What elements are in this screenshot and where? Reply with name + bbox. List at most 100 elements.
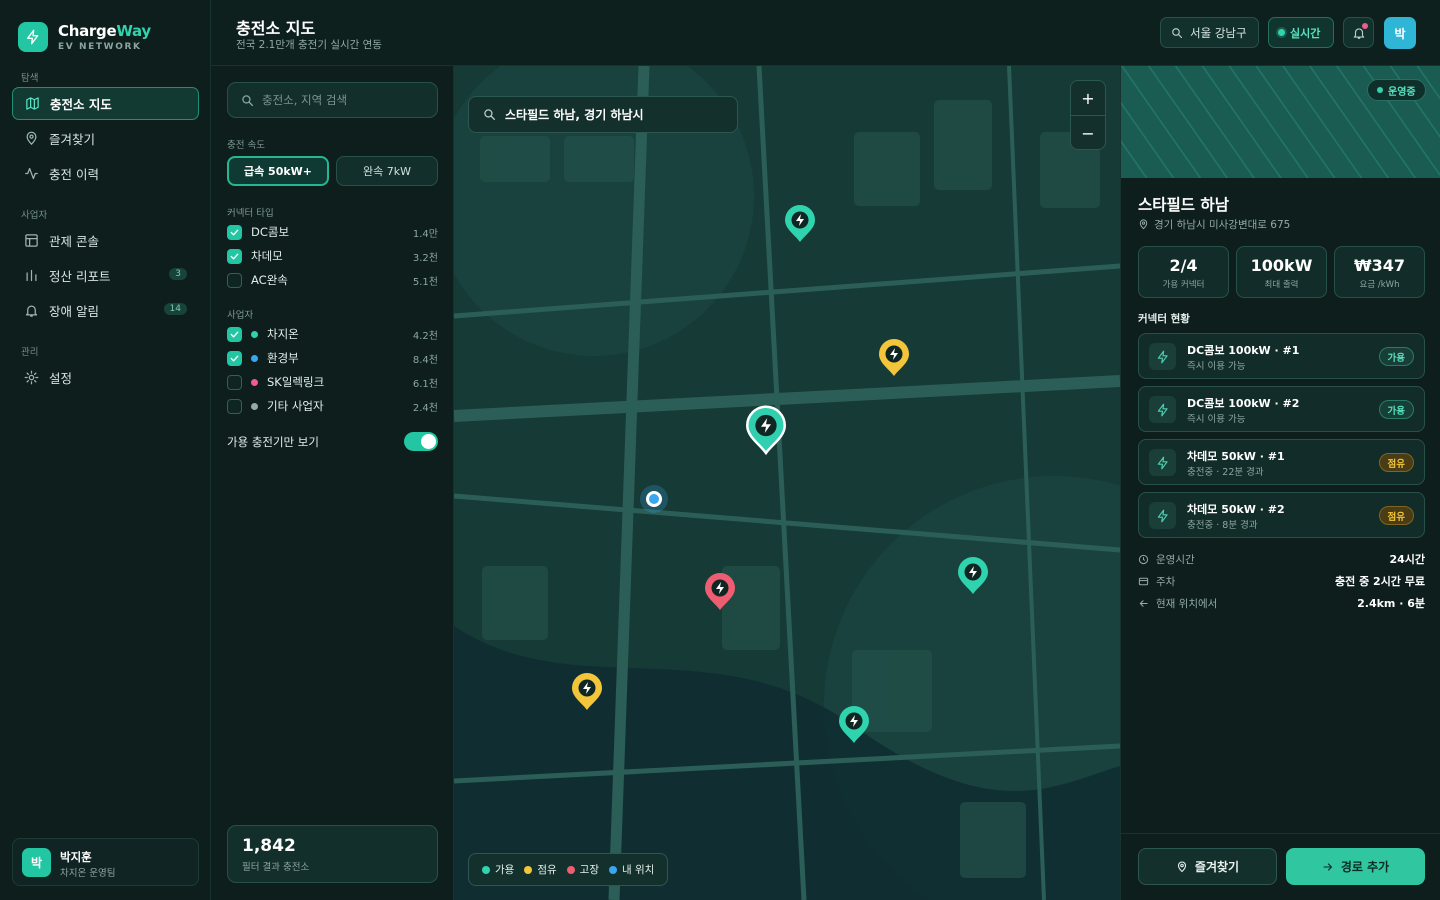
speed-slow-button[interactable]: 완속 7kW [336, 156, 438, 186]
connector-type-label: 커넥터 타입 [227, 208, 274, 219]
zoom-out-button[interactable]: − [1071, 116, 1105, 151]
connector-card[interactable]: 차데모 50kW · #2 충전중 · 8분 경과 점유 [1138, 492, 1425, 538]
favorite-button[interactable]: 즐겨찾기 [1138, 848, 1277, 885]
connector-checkbox-ac[interactable]: AC완속 5.1천 [227, 270, 438, 290]
station-search[interactable] [227, 82, 438, 118]
status-badge: 운영중 [1367, 79, 1426, 101]
sun-gear-icon [23, 370, 39, 386]
header-avatar[interactable]: 박 [1384, 17, 1416, 49]
search-input[interactable] [262, 93, 422, 107]
stat-value: 100kW [1250, 256, 1313, 275]
operator-checkbox-me[interactable]: 환경부 8.4천 [227, 348, 438, 368]
sidebar-item-label: 관제 콘솔 [49, 234, 99, 249]
count-badge: 14 [163, 303, 187, 315]
map-icon [24, 96, 40, 112]
station-map[interactable]: 스타필드 하남, 경기 하남시 + − 가용 점유 고장 내 위치 [454, 66, 1120, 900]
live-dot-icon [1278, 29, 1285, 36]
notifications-button[interactable] [1343, 17, 1374, 48]
checkbox-label: 차지온 [267, 327, 299, 341]
info-value: 2.4km · 6분 [1357, 597, 1425, 610]
map-search-value: 스타필드 하남, 경기 하남시 [505, 108, 644, 122]
add-route-button[interactable]: 경로 추가 [1286, 848, 1425, 885]
sidebar-item-station-map[interactable]: 충전소 지도 [12, 87, 199, 120]
legend-item-broken: 고장 [566, 862, 599, 877]
checkbox-label: 환경부 [267, 351, 299, 365]
sidebar-item-label: 설정 [49, 371, 73, 386]
location-button[interactable]: 서울 강남구 [1160, 17, 1259, 48]
connector-card[interactable]: 차데모 50kW · #1 충전중 · 22분 경과 점유 [1138, 439, 1425, 485]
pin-icon [1138, 219, 1149, 230]
sidebar-item-settlement-report[interactable]: 정산 리포트 3 [12, 259, 199, 292]
section-label-explore: 탐색 [21, 73, 39, 84]
search-icon [483, 108, 496, 121]
checkbox-count: 3.2천 [412, 252, 438, 264]
connector-name: 차데모 50kW · #2 [1187, 503, 1285, 516]
info-row-distance: 현재 위치에서 2.4km · 6분 [1138, 594, 1425, 612]
sidebar-item-label: 정산 리포트 [49, 269, 111, 284]
info-label: 현재 위치에서 [1156, 597, 1218, 610]
available-only-toggle[interactable] [404, 432, 438, 451]
legend-item-my-location: 내 위치 [608, 862, 655, 877]
connector-checkbox-dc-combo[interactable]: DC콤보 1.4만 [227, 222, 438, 242]
checkbox-count: 6.1천 [412, 378, 438, 390]
legend-dot [482, 865, 490, 874]
info-label: 주차 [1156, 575, 1176, 588]
sidebar-item-charge-history[interactable]: 충전 이력 [12, 157, 199, 190]
bolt-icon [1149, 449, 1176, 476]
sidebar: ChargeWay EV NETWORK 탐색 충전소 지도 즐겨찾기 충전 이… [0, 0, 211, 900]
operator-checkbox-chargeon[interactable]: 차지온 4.2천 [227, 324, 438, 344]
my-location-marker[interactable] [640, 485, 668, 513]
station-pin-available[interactable] [785, 205, 815, 242]
operator-checkbox-sk[interactable]: SK일렉링크 6.1천 [227, 372, 438, 392]
checkbox-label: AC완속 [251, 273, 288, 287]
speed-fast-button[interactable]: 급속 50kW+ [227, 156, 329, 186]
arrow-right-icon [1322, 861, 1334, 873]
info-value: 24시간 [1389, 553, 1425, 566]
station-pin-occupied[interactable] [879, 339, 909, 376]
divider [1121, 833, 1440, 834]
pin-icon [1176, 860, 1188, 873]
section-label-operator: 사업자 [21, 210, 48, 221]
live-toggle[interactable]: 실시간 [1268, 17, 1334, 48]
legend-label: 가용 [495, 864, 515, 876]
checkbox-checked-icon [227, 350, 242, 366]
page-title: 충전소 지도 [236, 19, 316, 38]
user-card[interactable]: 박 박지훈 차지온 운영팀 [12, 838, 199, 886]
connector-status: 충전중 · 22분 경과 [1187, 467, 1264, 478]
sidebar-item-favorites[interactable]: 즐겨찾기 [12, 122, 199, 155]
sidebar-item-control-console[interactable]: 관제 콘솔 [12, 224, 199, 257]
filter-panel: 충전 속도 급속 50kW+ 완속 7kW 커넥터 타입 DC콤보 1.4만 차… [211, 66, 454, 900]
connector-card[interactable]: DC콤보 100kW · #1 즉시 이용 가능 가용 [1138, 333, 1425, 379]
location-label: 서울 강남구 [1190, 25, 1247, 40]
page-subtitle: 전국 2.1만개 충전기 실시간 연동 [236, 39, 382, 51]
user-name: 박지훈 [60, 850, 92, 864]
bar-chart-icon [23, 268, 39, 284]
zoom-in-button[interactable]: + [1071, 81, 1105, 116]
checkbox-checked-icon [227, 224, 242, 240]
map-canvas[interactable] [454, 66, 1120, 900]
stat-available-connectors: 2/4 가용 커넥터 [1138, 246, 1229, 298]
operator-checkbox-other[interactable]: 기타 사업자 2.4천 [227, 396, 438, 416]
connector-badge: 점유 [1378, 453, 1414, 472]
result-count-label: 필터 결과 충전소 [242, 862, 310, 873]
legend-label: 내 위치 [621, 864, 655, 876]
map-search-field[interactable]: 스타필드 하남, 경기 하남시 [468, 96, 738, 133]
stat-label: 요금 /kWh [1359, 280, 1400, 290]
bolt-icon [1149, 396, 1176, 423]
checkbox-count: 1.4만 [412, 228, 438, 240]
station-detail-panel: 운영중 스타필드 하남 경기 하남시 미사강변대로 675 2/4 가용 커넥터… [1120, 66, 1440, 900]
search-icon [241, 94, 254, 107]
status-label: 운영중 [1388, 86, 1416, 98]
pin-icon [23, 131, 39, 147]
favorite-button-label: 즐겨찾기 [1194, 860, 1240, 874]
sidebar-item-settings[interactable]: 설정 [12, 361, 199, 394]
operator-color-dot [251, 354, 258, 362]
logo-bolt-icon[interactable] [18, 22, 48, 52]
operator-color-dot [251, 378, 258, 386]
connector-card[interactable]: DC콤보 100kW · #2 즉시 이용 가능 가용 [1138, 386, 1425, 432]
sidebar-item-fault-alerts[interactable]: 장애 알림 14 [12, 294, 199, 327]
clock-icon [1138, 554, 1149, 565]
legend-label: 고장 [579, 864, 599, 876]
connector-badge: 가용 [1378, 400, 1414, 419]
connector-checkbox-chademo[interactable]: 차데모 3.2천 [227, 246, 438, 266]
